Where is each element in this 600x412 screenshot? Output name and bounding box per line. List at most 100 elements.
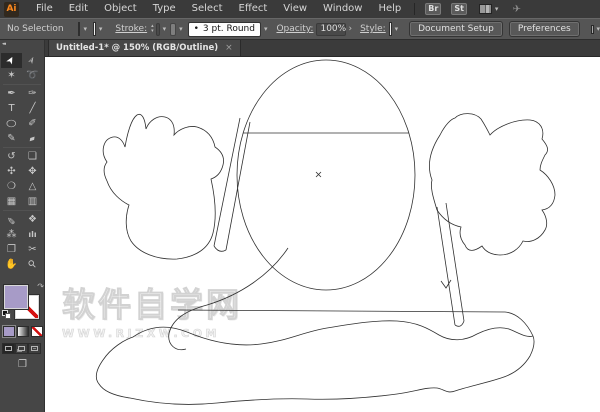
chevron-down-icon[interactable]: ▾ xyxy=(179,25,183,33)
stepper-down-icon[interactable]: ▾ xyxy=(151,29,154,34)
stroke-color-swatch[interactable] xyxy=(92,22,96,36)
preferences-button[interactable]: Preferences xyxy=(508,21,580,37)
chevron-down-icon[interactable]: ▾ xyxy=(264,25,268,33)
shape-builder-tool[interactable]: ❍ xyxy=(1,179,22,194)
graphic-style-swatch[interactable] xyxy=(388,22,392,36)
eraser-tool[interactable]: ▰ xyxy=(22,131,43,146)
gradient-tool[interactable]: ▥ xyxy=(22,194,43,209)
document-setup-button[interactable]: Document Setup xyxy=(409,21,503,37)
eraser-icon: ▰ xyxy=(28,133,37,144)
opacity-field[interactable]: 100% xyxy=(316,22,347,36)
variable-width-profile-dropdown[interactable] xyxy=(170,22,177,36)
menu-file[interactable]: File xyxy=(28,0,61,18)
workspace-switcher-icon[interactable] xyxy=(478,4,492,14)
menu-select[interactable]: Select xyxy=(184,0,231,18)
menu-edit[interactable]: Edit xyxy=(61,0,96,18)
color-button[interactable] xyxy=(3,326,15,337)
eyedropper-tool[interactable]: ✎ xyxy=(1,212,22,227)
chevron-down-icon[interactable]: ▾ xyxy=(99,25,103,33)
gradient-button[interactable] xyxy=(17,326,29,337)
direct-selection-tool-icon: ➢ xyxy=(25,54,40,67)
none-button[interactable] xyxy=(31,326,43,337)
draw-behind-mode[interactable] xyxy=(15,343,28,354)
rotate-tool[interactable]: ↺ xyxy=(1,149,22,164)
menu-view[interactable]: View xyxy=(275,0,315,18)
symbol-sprayer-tool[interactable]: ⁂ xyxy=(1,227,22,242)
menu-divider xyxy=(414,3,416,15)
cs-live-icon[interactable]: ✈ xyxy=(512,4,520,15)
perspective-grid-tool[interactable]: △ xyxy=(22,179,43,194)
artboard-tool[interactable]: ❐ xyxy=(1,242,22,257)
paintbrush-icon: ✐ xyxy=(28,118,37,129)
fill-swatch[interactable] xyxy=(3,284,29,310)
menu-object[interactable]: Object xyxy=(96,0,145,18)
paintbrush-tool[interactable]: ✐ xyxy=(22,116,43,131)
menu-help[interactable]: Help xyxy=(370,0,409,18)
slice-tool[interactable]: ✂ xyxy=(22,242,43,257)
pencil-tool[interactable]: ✎ xyxy=(1,131,22,146)
pedestal-outline xyxy=(95,335,535,405)
chevron-right-icon[interactable]: › xyxy=(348,24,352,34)
width-tool[interactable]: ✣ xyxy=(1,164,22,179)
mesh-tool[interactable]: ▦ xyxy=(1,194,22,209)
menu-effect[interactable]: Effect xyxy=(231,0,276,18)
style-button[interactable]: St xyxy=(451,3,467,15)
hand-tool[interactable]: ✋ xyxy=(1,257,22,272)
rotate-icon: ↺ xyxy=(7,151,16,162)
mesh-icon: ▦ xyxy=(6,196,17,207)
artboard-canvas[interactable]: 软件自学网 WWW.RJZXW.COM xyxy=(45,57,600,412)
zoom-tool[interactable]: ⚲ xyxy=(22,257,43,272)
scale-tool[interactable]: ❏ xyxy=(22,149,43,164)
chevron-down-icon[interactable]: ▾ xyxy=(395,25,399,33)
selection-status: No Selection xyxy=(7,24,64,34)
screen-mode-button[interactable]: ❐ xyxy=(0,359,45,370)
brush-definition-dropdown[interactable]: • 3 pt. Round xyxy=(187,21,261,37)
lasso-tool[interactable]: ➰ xyxy=(22,68,43,83)
app-logo: Ai xyxy=(4,1,19,17)
stroke-weight-label[interactable]: Stroke: xyxy=(115,24,147,34)
draw-normal-mode[interactable] xyxy=(2,343,15,354)
blob-brush-tool[interactable]: ✑ xyxy=(22,86,43,101)
line-segment-tool[interactable]: ╱ xyxy=(22,101,43,116)
close-icon[interactable]: × xyxy=(225,43,233,53)
document-tab[interactable]: Untitled-1* @ 150% (RGB/Outline) × xyxy=(48,40,241,56)
collapse-panel-icon[interactable]: ◂◂ xyxy=(2,41,6,47)
stroke-weight-field[interactable] xyxy=(155,22,160,36)
chevron-down-icon[interactable]: ▾ xyxy=(163,25,167,33)
opacity-label[interactable]: Opacity: xyxy=(276,24,313,34)
artboard-icon: ❐ xyxy=(7,244,16,255)
column-graph-tool[interactable]: ılı xyxy=(22,227,43,242)
menu-type[interactable]: Type xyxy=(145,0,184,18)
selection-tool-icon: ➤ xyxy=(4,54,19,67)
slice-icon: ✂ xyxy=(28,244,37,255)
blend-tool[interactable]: ❖ xyxy=(22,212,43,227)
type-tool[interactable]: T xyxy=(1,101,22,116)
lasso-icon: ➰ xyxy=(26,70,39,81)
pen-tool[interactable]: ✒ xyxy=(1,86,22,101)
selection-tool[interactable]: ➤ xyxy=(1,53,22,68)
menu-bar: Ai File Edit Object Type Select Effect V… xyxy=(0,0,600,18)
shape-builder-icon: ❍ xyxy=(7,181,16,192)
blend-icon: ❖ xyxy=(28,214,37,225)
stroke-weight-stepper[interactable]: ▴ ▾ xyxy=(151,24,154,34)
direct-selection-tool[interactable]: ➢ xyxy=(22,53,43,68)
center-mark xyxy=(315,171,322,178)
menu-window[interactable]: Window xyxy=(315,0,370,18)
bridge-button[interactable]: Br xyxy=(425,3,442,15)
free-transform-tool[interactable]: ✥ xyxy=(22,164,43,179)
ellipse-tool[interactable]: ○ xyxy=(1,116,22,131)
document-tab-bar: Untitled-1* @ 150% (RGB/Outline) × xyxy=(45,40,600,57)
chevron-down-icon[interactable]: ▾ xyxy=(83,25,87,33)
fill-color-swatch[interactable] xyxy=(77,22,81,36)
swap-fill-stroke-icon[interactable]: ↷ xyxy=(37,282,44,291)
column-graph-icon: ılı xyxy=(28,230,37,239)
default-fill-stroke-icon[interactable] xyxy=(2,310,12,320)
magic-wand-tool[interactable]: ✶ xyxy=(1,68,22,83)
style-label[interactable]: Style: xyxy=(360,24,386,34)
chevron-down-icon[interactable]: ▾ xyxy=(597,25,600,33)
width-tool-icon: ✣ xyxy=(7,166,16,177)
magic-wand-icon: ✶ xyxy=(7,70,16,81)
draw-inside-mode[interactable] xyxy=(28,343,41,354)
fill-stroke-swatches: ↷ xyxy=(0,282,45,322)
panels-icon[interactable] xyxy=(590,24,594,34)
